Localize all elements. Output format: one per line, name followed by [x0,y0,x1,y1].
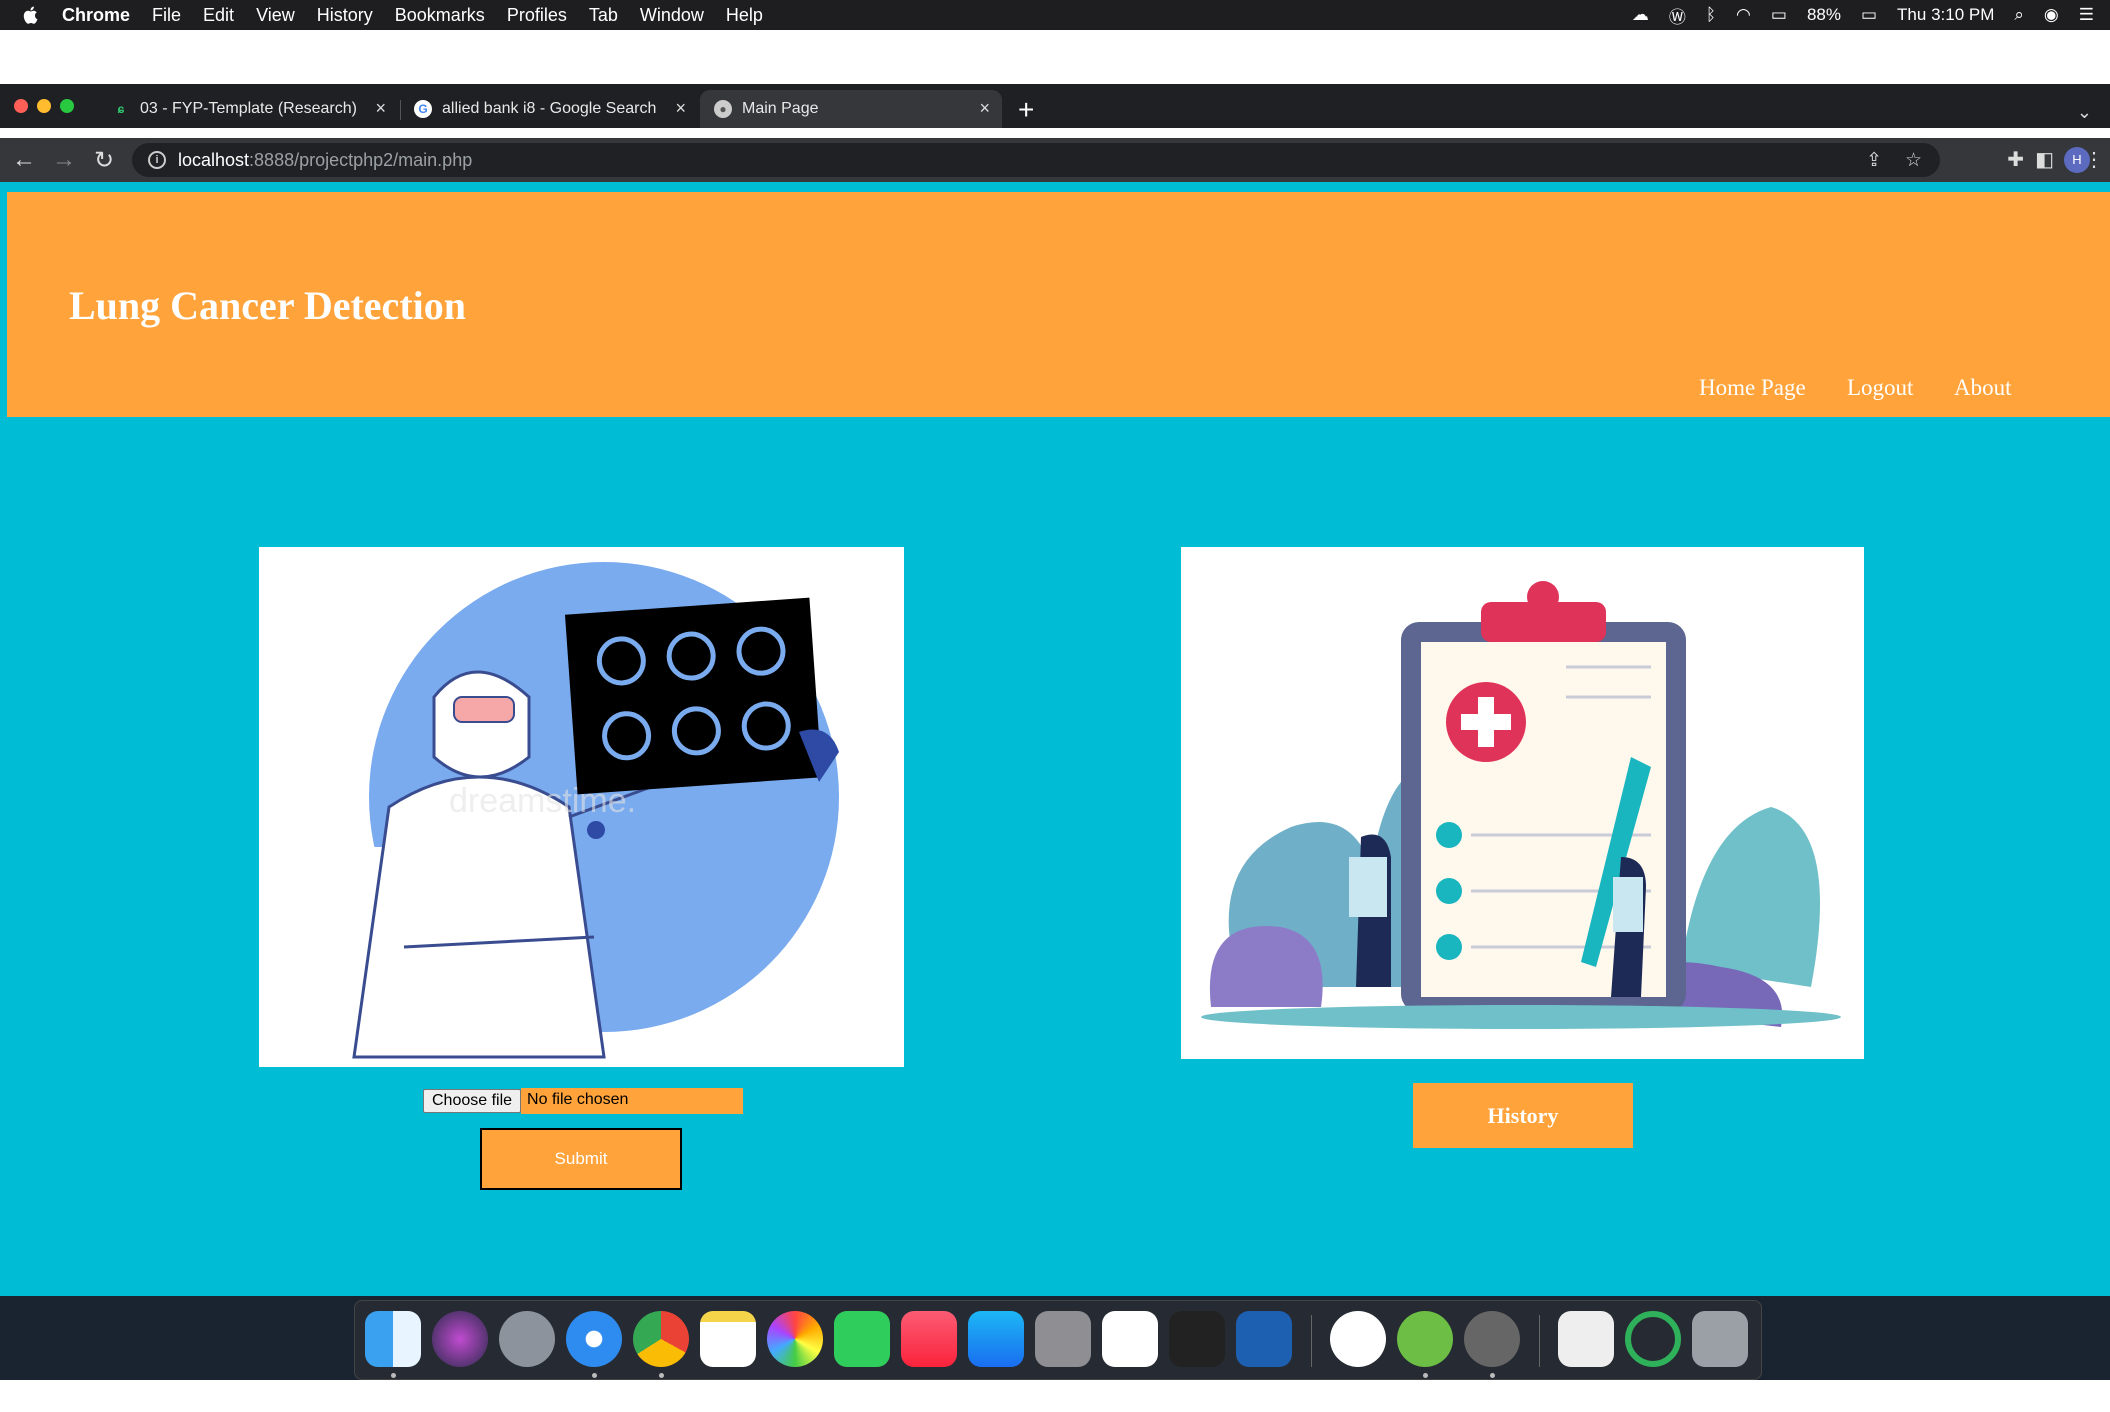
site-header: Lung Cancer Detection Home Page Logout A… [7,192,2110,417]
chrome-icon[interactable] [633,1311,689,1367]
dock-separator [1311,1315,1312,1367]
mac-menubar: Chrome File Edit View History Bookmarks … [0,0,2110,30]
tab-search-chevron-icon[interactable]: ⌄ [2077,102,2092,123]
new-tab-button[interactable]: + [1018,96,1034,124]
photos-icon[interactable] [767,1311,823,1367]
safari-icon[interactable] [566,1311,622,1367]
prism-icon[interactable] [1169,1311,1225,1367]
running-indicator [659,1373,664,1378]
close-tab-icon[interactable]: × [675,98,686,119]
utorrent-icon[interactable] [1397,1311,1453,1367]
site-info-icon[interactable]: i [148,151,166,169]
wordpress-icon[interactable]: Ⓦ [1669,3,1686,28]
apple-icon[interactable] [22,5,40,25]
file-upload-input[interactable]: Choose file No file chosen [423,1088,743,1114]
torrent-icon[interactable] [1625,1311,1681,1367]
menu-history[interactable]: History [317,5,373,26]
clock[interactable]: Thu 3:10 PM [1897,5,1994,25]
vscode-icon[interactable] [1102,1311,1158,1367]
xampp-icon[interactable] [1330,1311,1386,1367]
submit-button[interactable]: Submit [480,1128,682,1190]
watermark-text: dreamstime. [449,782,636,820]
chrome-menu-icon[interactable]: ⋮ [2084,147,2104,172]
system-preferences-icon[interactable] [1035,1311,1091,1367]
menu-tab[interactable]: Tab [589,5,618,26]
menu-file[interactable]: File [152,5,181,26]
choose-file-button[interactable]: Choose file [423,1089,522,1113]
running-indicator [1490,1373,1495,1378]
google-icon: G [414,100,432,118]
tableplus-icon[interactable] [1236,1311,1292,1367]
window-controls [14,99,74,113]
share-icon[interactable]: ⇪ [1866,149,1882,172]
menu-help[interactable]: Help [726,5,763,26]
nav-logout[interactable]: Logout [1847,375,1913,401]
menu-edit[interactable]: Edit [203,5,234,26]
menu-view[interactable]: View [256,5,295,26]
music-icon[interactable] [901,1311,957,1367]
tab-title: allied bank i8 - Google Search [442,100,657,117]
close-tab-icon[interactable]: × [375,98,386,119]
tab-main-page[interactable]: ● Main Page × [700,90,1002,128]
control-center-icon[interactable]: ☰ [2079,5,2094,25]
medical-clipboard-image [1181,547,1864,1059]
siri-menu-icon[interactable]: ◉ [2044,5,2059,25]
back-icon[interactable]: ← [10,146,38,174]
url-text[interactable]: localhost:8888/projectphp2/main.php [178,150,472,171]
file-status-text: No file chosen [521,1088,743,1114]
running-indicator [592,1373,597,1378]
battery-percent[interactable]: 88% [1807,5,1841,25]
running-indicator [391,1373,396,1378]
menu-window[interactable]: Window [640,5,704,26]
minimize-window-button[interactable] [37,99,51,113]
browser-toolbar: ← → ↻ i localhost:8888/projectphp2/main.… [0,138,2110,182]
app-store-icon[interactable] [968,1311,1024,1367]
reload-icon[interactable]: ↻ [90,146,118,175]
macos-dock [354,1300,1762,1380]
side-panel-icon[interactable]: ◧ [2035,147,2054,172]
grammarly-icon: ɕ [117,102,125,116]
xray-doctor-image: dreamstime. [259,547,904,1067]
tab-title: 03 - FYP-Template (Research) [140,100,357,117]
php-elephant-icon: ● [714,100,732,118]
bluetooth-icon[interactable]: ᛒ [1706,5,1716,25]
forward-icon[interactable]: → [50,146,78,174]
menu-profiles[interactable]: Profiles [507,5,567,26]
page-viewport: Lung Cancer Detection Home Page Logout A… [0,182,2110,1296]
address-bar[interactable]: i localhost:8888/projectphp2/main.php ⇪ … [132,143,1940,177]
siri-icon[interactable] [432,1311,488,1367]
spotlight-icon[interactable]: ⌕ [2014,5,2024,25]
airplay-icon[interactable]: ▭ [1771,5,1787,25]
extensions-icon[interactable]: ✚ [2007,147,2024,172]
mamp-icon[interactable] [1464,1311,1520,1367]
launchpad-icon[interactable] [499,1311,555,1367]
notes-icon[interactable] [700,1311,756,1367]
nav-home-page[interactable]: Home Page [1699,375,1806,401]
facetime-icon[interactable] [834,1311,890,1367]
close-tab-icon[interactable]: × [979,98,990,119]
zoom-window-button[interactable] [60,99,74,113]
finder-icon[interactable] [365,1311,421,1367]
wifi-icon[interactable]: ◠ [1736,5,1751,25]
tab-strip: ɕ 03 - FYP-Template (Research) × G allie… [0,84,2110,128]
bookmark-star-icon[interactable]: ☆ [1905,149,1922,172]
tab-google-search[interactable]: G allied bank i8 - Google Search × [400,90,698,128]
running-indicator [1423,1373,1428,1378]
creative-cloud-icon[interactable]: ☁ [1632,5,1649,25]
nav-about[interactable]: About [1954,375,2012,401]
menu-bookmarks[interactable]: Bookmarks [395,5,485,26]
site-title: Lung Cancer Detection [69,283,466,328]
archive-icon[interactable] [1558,1311,1614,1367]
tab-title: Main Page [742,100,819,117]
trash-icon[interactable] [1692,1311,1748,1367]
tab-fyp-template[interactable]: ɕ 03 - FYP-Template (Research) × [98,90,398,128]
battery-icon[interactable]: ▭ [1861,5,1877,25]
menu-app-name[interactable]: Chrome [62,5,130,26]
history-button[interactable]: History [1413,1083,1633,1148]
close-window-button[interactable] [14,99,28,113]
dock-separator [1539,1315,1540,1367]
